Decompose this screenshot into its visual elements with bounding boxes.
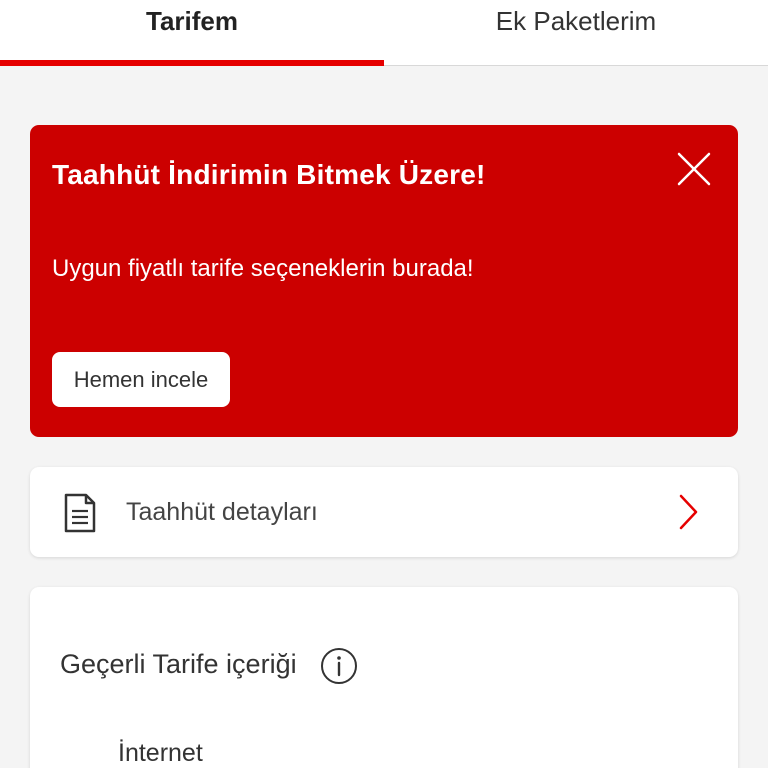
tab-bar: Tarifem Ek Paketlerim [0,0,768,66]
document-icon [62,491,98,535]
close-icon[interactable] [674,149,714,189]
tab-label: Tarifem [146,6,238,36]
tab-ek-paketlerim[interactable]: Ek Paketlerim [384,0,768,65]
info-icon[interactable] [320,647,358,685]
promo-text: Uygun fiyatlı tarife seçeneklerin burada… [52,255,474,282]
commitment-details-label: Taahhüt detayları [126,498,318,526]
tariff-item-internet: İnternet [118,739,203,767]
promo-banner: Taahhüt İndirimin Bitmek Üzere! Uygun fi… [30,125,738,437]
promo-title: Taahhüt İndirimin Bitmek Üzere! [52,159,486,190]
tab-tarifem[interactable]: Tarifem [0,0,384,65]
tab-label: Ek Paketlerim [495,6,657,36]
chevron-right-icon[interactable] [674,493,702,531]
active-tab-indicator [0,60,384,66]
commitment-details-card[interactable]: Taahhüt detayları [30,467,738,557]
tariff-content-card: Geçerli Tarife içeriği İnternet [30,587,738,768]
hemen-incele-button[interactable]: Hemen incele [52,352,230,407]
tariff-title: Geçerli Tarife içeriği [60,649,297,679]
